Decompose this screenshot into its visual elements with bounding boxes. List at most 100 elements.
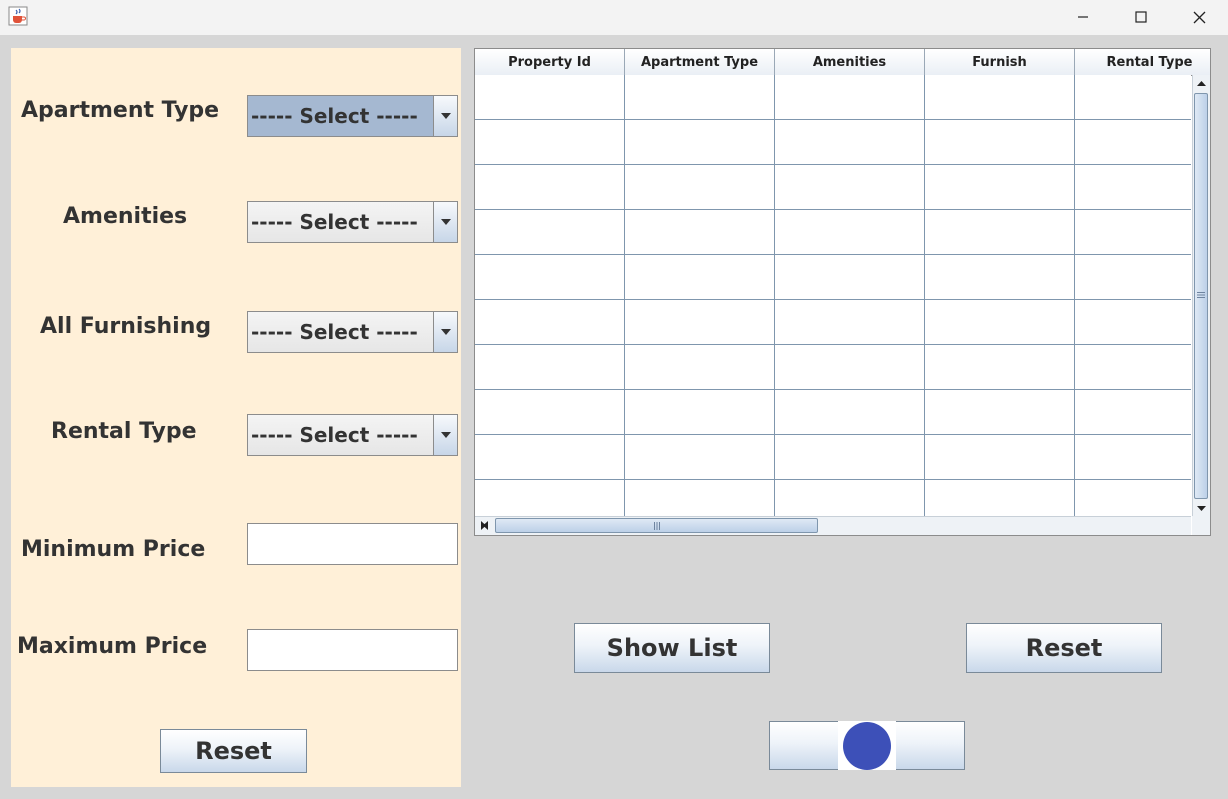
table-cell[interactable] (625, 480, 775, 517)
table-cell[interactable] (475, 75, 625, 120)
table-cell[interactable] (625, 345, 775, 390)
table-cell[interactable] (1075, 390, 1191, 435)
table-cell[interactable] (925, 300, 1075, 345)
table-cell[interactable] (1075, 120, 1191, 165)
column-header[interactable]: Apartment Type (625, 49, 775, 75)
table-cell[interactable] (625, 435, 775, 480)
table-row[interactable] (475, 210, 1191, 255)
filter-panel: Apartment Type ----- Select ----- Amenit… (11, 48, 461, 787)
vertical-scrollbar[interactable] (1192, 75, 1210, 517)
show-list-button[interactable]: Show List (574, 623, 770, 673)
maximize-icon (1135, 11, 1147, 23)
table-cell[interactable] (925, 75, 1075, 120)
table-cell[interactable] (925, 255, 1075, 300)
table-row[interactable] (475, 435, 1191, 480)
table-row[interactable] (475, 480, 1191, 517)
table-header: Property Id Apartment Type Amenities Furnis… (475, 49, 1210, 76)
table-cell[interactable] (1075, 75, 1191, 120)
table-cell[interactable] (1075, 480, 1191, 517)
apartment-type-combo[interactable]: ----- Select ----- (247, 95, 458, 137)
table-cell[interactable] (1075, 345, 1191, 390)
table-cell[interactable] (625, 300, 775, 345)
table-cell[interactable] (625, 75, 775, 120)
table-row[interactable] (475, 165, 1191, 210)
table-cell[interactable] (775, 390, 925, 435)
minimum-price-input[interactable] (247, 523, 458, 565)
table-row[interactable] (475, 120, 1191, 165)
table-body[interactable] (475, 75, 1191, 517)
table-cell[interactable] (625, 390, 775, 435)
horizontal-scrollbar[interactable] (475, 516, 1191, 535)
table-cell[interactable] (925, 120, 1075, 165)
scroll-up-icon[interactable] (1193, 75, 1210, 92)
table-row[interactable] (475, 390, 1191, 435)
table-cell[interactable] (1075, 210, 1191, 255)
column-header[interactable]: Property Id (475, 49, 625, 75)
table-row[interactable] (475, 345, 1191, 390)
table-cell[interactable] (925, 480, 1075, 517)
rental-type-value: ----- Select ----- (251, 423, 418, 447)
table-cell[interactable] (1075, 255, 1191, 300)
table-cell[interactable] (925, 390, 1075, 435)
table-cell[interactable] (775, 255, 925, 300)
blue-circle-icon (838, 721, 896, 770)
table-cell[interactable] (925, 435, 1075, 480)
table-cell[interactable] (625, 165, 775, 210)
table-cell[interactable] (775, 120, 925, 165)
table-cell[interactable] (775, 480, 925, 517)
scroll-down-icon[interactable] (1193, 500, 1210, 517)
table-cell[interactable] (475, 120, 625, 165)
table-cell[interactable] (475, 390, 625, 435)
table-cell[interactable] (775, 435, 925, 480)
maximize-button[interactable] (1112, 0, 1170, 34)
minimize-button[interactable] (1054, 0, 1112, 34)
toggle-button[interactable] (769, 721, 965, 770)
amenities-value: ----- Select ----- (251, 210, 418, 234)
furnishing-value: ----- Select ----- (251, 320, 418, 344)
table-row[interactable] (475, 300, 1191, 345)
amenities-combo[interactable]: ----- Select ----- (247, 201, 458, 243)
table-cell[interactable] (475, 480, 625, 517)
table-cell[interactable] (775, 75, 925, 120)
column-header[interactable]: Amenities (775, 49, 925, 75)
table-cell[interactable] (775, 165, 925, 210)
filter-reset-button[interactable]: Reset (160, 729, 307, 773)
table-cell[interactable] (475, 210, 625, 255)
table-cell[interactable] (775, 210, 925, 255)
table-cell[interactable] (775, 345, 925, 390)
table-cell[interactable] (775, 300, 925, 345)
rental-type-combo[interactable]: ----- Select ----- (247, 414, 458, 456)
close-icon (1193, 11, 1205, 23)
table-row[interactable] (475, 255, 1191, 300)
chevron-down-icon[interactable] (433, 202, 457, 242)
table-cell[interactable] (625, 255, 775, 300)
furnishing-combo[interactable]: ----- Select ----- (247, 311, 458, 353)
table-cell[interactable] (475, 300, 625, 345)
close-button[interactable] (1170, 0, 1228, 34)
table-cell[interactable] (925, 210, 1075, 255)
table-reset-button[interactable]: Reset (966, 623, 1162, 673)
maximum-price-input[interactable] (247, 629, 458, 671)
chevron-down-icon[interactable] (433, 415, 457, 455)
table-cell[interactable] (925, 345, 1075, 390)
results-table: Property Id Apartment Type Amenities Furnis… (474, 48, 1211, 536)
table-cell[interactable] (1075, 300, 1191, 345)
chevron-down-icon[interactable] (433, 312, 457, 352)
table-cell[interactable] (1075, 435, 1191, 480)
amenities-label: Amenities (63, 204, 188, 229)
scroll-right-icon[interactable] (475, 517, 492, 534)
table-cell[interactable] (1075, 165, 1191, 210)
column-header[interactable]: Rental Type (1075, 49, 1210, 75)
vertical-scroll-thumb[interactable] (1194, 93, 1208, 499)
horizontal-scroll-thumb[interactable] (495, 518, 818, 533)
table-cell[interactable] (475, 345, 625, 390)
table-cell[interactable] (475, 165, 625, 210)
table-cell[interactable] (475, 435, 625, 480)
table-row[interactable] (475, 75, 1191, 120)
column-header[interactable]: Furnish (925, 49, 1075, 75)
table-cell[interactable] (925, 165, 1075, 210)
table-cell[interactable] (475, 255, 625, 300)
chevron-down-icon[interactable] (433, 96, 457, 136)
table-cell[interactable] (625, 120, 775, 165)
table-cell[interactable] (625, 210, 775, 255)
